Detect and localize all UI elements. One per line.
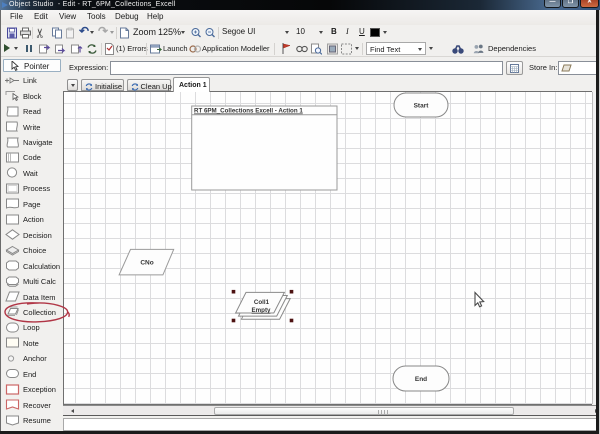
svg-text:Start: Start [414, 103, 430, 110]
svg-text:CNo: CNo [140, 260, 153, 267]
svg-text:Coll1: Coll1 [254, 299, 270, 306]
svg-text:End: End [415, 376, 427, 383]
svg-text:RT 6PM_Collections Excell - Ac: RT 6PM_Collections Excell - Action 1 [194, 108, 303, 115]
svg-text:Empty: Empty [252, 307, 271, 314]
